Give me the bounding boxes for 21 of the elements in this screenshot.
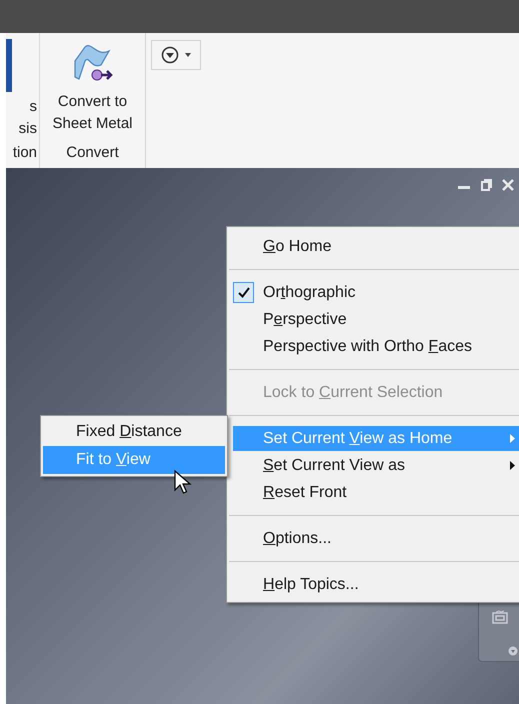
menu-item[interactable]: Reset Front	[233, 480, 519, 505]
expand-icon[interactable]	[508, 646, 518, 656]
cursor-icon	[174, 470, 194, 496]
menu-item[interactable]: Perspective with Ortho Faces	[233, 334, 519, 359]
menu-item[interactable]: Options...	[233, 526, 519, 551]
menu-item[interactable]: Perspective	[233, 307, 519, 332]
menu-item: Lock to Current Selection	[262, 382, 444, 402]
menu-item[interactable]: Help Topics...	[233, 572, 519, 597]
panel-title: Convert	[66, 142, 119, 162]
submenu-item[interactable]: Fixed Distance	[43, 418, 225, 446]
tool-label[interactable]: Convert to Sheet Metal	[52, 91, 133, 139]
caret-icon	[185, 53, 191, 57]
panel-title: tion	[12, 142, 38, 162]
circle-down-icon	[161, 46, 179, 64]
window-icon[interactable]	[491, 610, 509, 624]
view-dropdown-button[interactable]	[151, 40, 201, 70]
close-icon[interactable]	[501, 178, 515, 192]
menu-item[interactable]: Go Home	[233, 234, 519, 259]
menu-item[interactable]: Orthographic	[233, 280, 519, 305]
restore-icon[interactable]	[479, 178, 493, 192]
menu-item[interactable]: Set Current View as	[233, 453, 519, 478]
